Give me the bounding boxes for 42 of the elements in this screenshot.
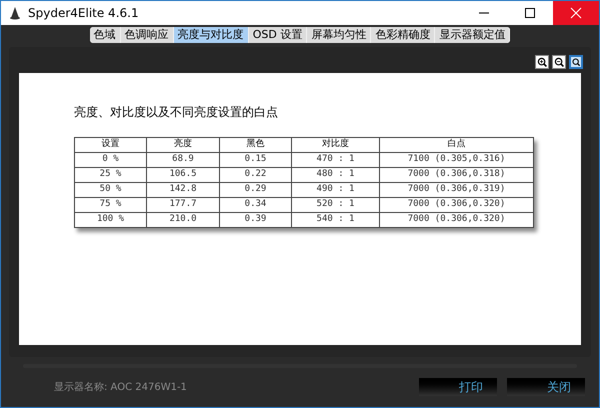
- table-cell: 25 %: [74, 168, 146, 182]
- close-icon[interactable]: [553, 1, 599, 25]
- table-cell: 68.9: [146, 152, 220, 168]
- display-name-label: 显示器名称: AOC 2476W1-1: [54, 380, 187, 394]
- table-cell: 106.5: [146, 168, 220, 182]
- table-cell: 177.7: [146, 198, 220, 212]
- table-cell: 100 %: [74, 212, 146, 228]
- column-header: 设置: [74, 138, 146, 152]
- table-cell: 0.39: [220, 212, 292, 228]
- tab[interactable]: 色域: [90, 27, 121, 43]
- table-cell: 7000 (0.306,0.320): [380, 198, 534, 212]
- table-cell: 0 %: [74, 152, 146, 168]
- action-button[interactable]: 关闭: [507, 378, 585, 396]
- column-header: 对比度: [292, 138, 380, 152]
- table-cell: 75 %: [74, 198, 146, 212]
- column-header: 亮度: [146, 138, 220, 152]
- table-cell: 490 : 1: [292, 182, 380, 198]
- column-header: 白点: [380, 138, 534, 152]
- table-cell: 480 : 1: [292, 168, 380, 182]
- table-cell: 142.8: [146, 182, 220, 198]
- table-cell: 0.34: [220, 198, 292, 212]
- app-icon: [8, 6, 22, 20]
- table-cell: 210.0: [146, 212, 220, 228]
- table-cell: 0.15: [220, 152, 292, 168]
- table-cell: 0.22: [220, 168, 292, 182]
- action-button[interactable]: 打印: [419, 378, 497, 396]
- zoom-out-icon[interactable]: [552, 55, 566, 69]
- zoom-in-icon[interactable]: [535, 55, 549, 69]
- column-header: 黑色: [220, 138, 292, 152]
- tab[interactable]: 亮度与对比度: [174, 27, 249, 43]
- table-cell: 50 %: [74, 182, 146, 198]
- table-cell: 7100 (0.305,0.316): [380, 152, 534, 168]
- table-cell: 7000 (0.306,0.319): [380, 182, 534, 198]
- table-cell: 7000 (0.306,0.320): [380, 212, 534, 228]
- table-cell: 540 : 1: [292, 212, 380, 228]
- table-cell: 470 : 1: [292, 152, 380, 168]
- table-cell: 7000 (0.306,0.318): [380, 168, 534, 182]
- window-title: Spyder4Elite 4.6.1: [28, 5, 139, 22]
- magnifier-icon[interactable]: [569, 55, 583, 69]
- report-heading: 亮度、对比度以及不同亮度设置的白点: [74, 104, 279, 121]
- table-cell: 520 : 1: [292, 198, 380, 212]
- table-cell: 0.29: [220, 182, 292, 198]
